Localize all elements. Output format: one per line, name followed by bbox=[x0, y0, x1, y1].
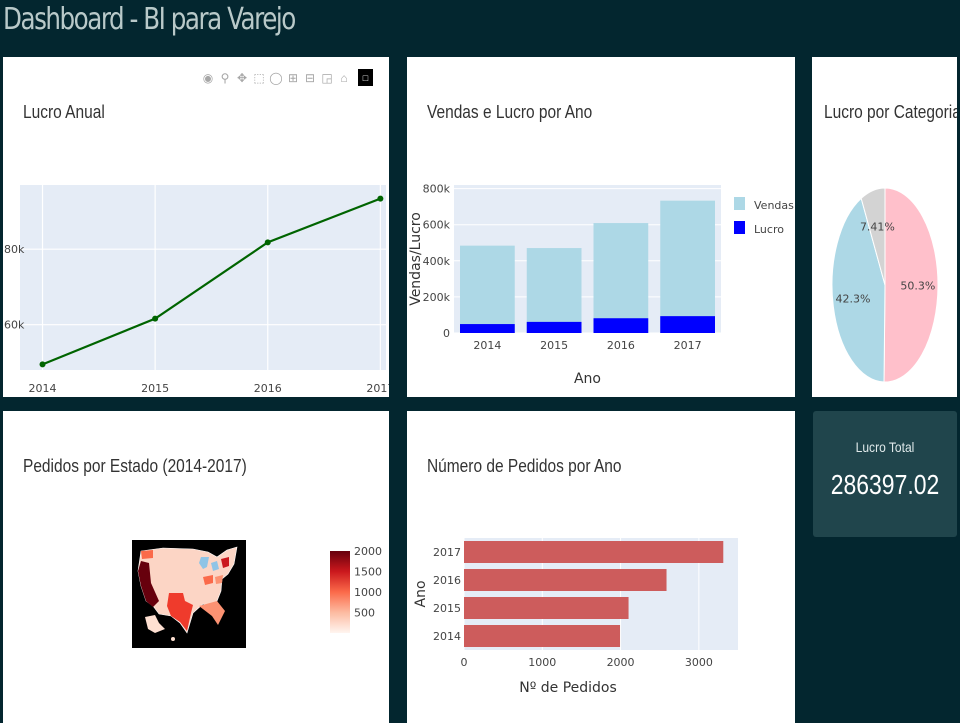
y-tick-label: 80k bbox=[4, 243, 25, 256]
legend-swatch bbox=[734, 197, 745, 210]
bar-lucro bbox=[460, 324, 515, 333]
colorbar-tick-label: 1000 bbox=[354, 586, 382, 599]
x-tick-label: 3000 bbox=[685, 656, 713, 669]
x-tick-label: 2017 bbox=[366, 382, 389, 395]
bar-vendas bbox=[660, 200, 715, 333]
y-tick-label: 2015 bbox=[433, 602, 461, 615]
pie-chart-lucro-categoria[interactable]: 50.3% 42.3% 7.41% bbox=[812, 57, 957, 397]
data-point bbox=[264, 239, 271, 246]
bar-pedidos bbox=[464, 569, 667, 591]
y-tick-label: 600k bbox=[423, 219, 451, 232]
y-tick-label: 800k bbox=[423, 183, 451, 196]
card-vendas-lucro: Vendas e Lucro por Ano 0 200k 400k 600k 800k… bbox=[407, 57, 795, 397]
map-state-hawaii bbox=[171, 637, 175, 641]
pie-label: 50.3% bbox=[900, 280, 935, 293]
legend-swatch bbox=[734, 221, 745, 234]
hbar-chart-pedidos-ano[interactable]: 0 1000 2000 3000 2014 2015 2016 2017 Nº de Pedid… bbox=[407, 411, 795, 723]
data-point bbox=[377, 195, 384, 202]
bar-pedidos bbox=[464, 541, 724, 563]
y-tick-label: 2017 bbox=[433, 546, 461, 559]
x-tick-label: 2014 bbox=[29, 382, 57, 395]
data-point bbox=[39, 361, 46, 368]
x-tick-label: 2016 bbox=[607, 339, 635, 352]
bar-chart-vendas-lucro[interactable]: 0 200k 400k 600k 800k 2014 2015 2016 2017 Ano Vend… bbox=[407, 57, 795, 397]
y-tick-label: 60k bbox=[4, 319, 25, 332]
card-pedidos-ano: Número de Pedidos por Ano 0 1000 2000 3000 2… bbox=[407, 411, 795, 723]
card-lucro-anual: ◉ ⚲ ✥ ⬚ ◯ ⊞ ⊟ ◲ ⌂ □ Lucro Anual 60k 80k 20… bbox=[3, 57, 389, 397]
y-tick-label: 200k bbox=[423, 291, 451, 304]
card-lucro-categoria: Lucro por Categoria 50.3% 42.3% 7.41% bbox=[812, 57, 957, 397]
page-title: Dashboard - BI para Varejo bbox=[3, 2, 296, 37]
choropleth-map-pedidos-estado[interactable]: 2000 1500 1000 500 bbox=[3, 411, 389, 723]
y-tick-label: 2014 bbox=[433, 630, 461, 643]
card-pedidos-estado: Pedidos por Estado (2014-2017) 2000 1500 1… bbox=[3, 411, 389, 723]
colorbar-tick-label: 500 bbox=[354, 607, 375, 620]
y-axis-title: Vendas/Lucro bbox=[408, 212, 424, 306]
bar-lucro bbox=[660, 316, 715, 333]
bar-pedidos bbox=[464, 597, 629, 619]
bar-vendas bbox=[526, 248, 582, 333]
x-tick-label: 0 bbox=[461, 656, 468, 669]
legend-label: Vendas bbox=[754, 199, 794, 212]
x-tick-label: 2015 bbox=[141, 382, 169, 395]
legend-label: Lucro bbox=[754, 223, 784, 236]
y-tick-label: 0 bbox=[443, 327, 450, 340]
x-tick-label: 2016 bbox=[254, 382, 282, 395]
plot-background bbox=[20, 185, 386, 370]
colorbar bbox=[330, 551, 350, 633]
bar-vendas bbox=[593, 223, 649, 333]
y-tick-label: 2016 bbox=[433, 574, 461, 587]
colorbar-tick-label: 2000 bbox=[354, 545, 382, 558]
pie-label: 7.41% bbox=[860, 220, 895, 233]
data-point bbox=[152, 315, 159, 322]
bar-pedidos bbox=[464, 625, 621, 647]
x-axis-title: Nº de Pedidos bbox=[519, 680, 617, 696]
x-tick-label: 2017 bbox=[674, 339, 702, 352]
x-tick-label: 2000 bbox=[607, 656, 635, 669]
x-tick-label: 2014 bbox=[473, 339, 501, 352]
kpi-value: 286397.02 bbox=[830, 469, 940, 500]
kpi-label: Lucro Total bbox=[855, 439, 915, 455]
kpi-card-lucro-total: Lucro Total 286397.02 bbox=[813, 411, 957, 537]
bar-lucro bbox=[526, 321, 582, 333]
pie-label: 42.3% bbox=[835, 292, 870, 305]
map-state-washington bbox=[141, 550, 153, 559]
y-axis-title: Ano bbox=[413, 580, 429, 607]
x-tick-label: 2015 bbox=[540, 339, 568, 352]
line-chart-lucro-anual[interactable]: 60k 80k 2014 2015 2016 2017 bbox=[3, 57, 389, 397]
bar-lucro bbox=[593, 318, 649, 333]
colorbar-tick-label: 1500 bbox=[354, 566, 382, 579]
y-tick-label: 400k bbox=[423, 255, 451, 268]
bar-vendas bbox=[460, 245, 515, 333]
x-tick-label: 1000 bbox=[528, 656, 556, 669]
x-axis-title: Ano bbox=[574, 371, 601, 387]
